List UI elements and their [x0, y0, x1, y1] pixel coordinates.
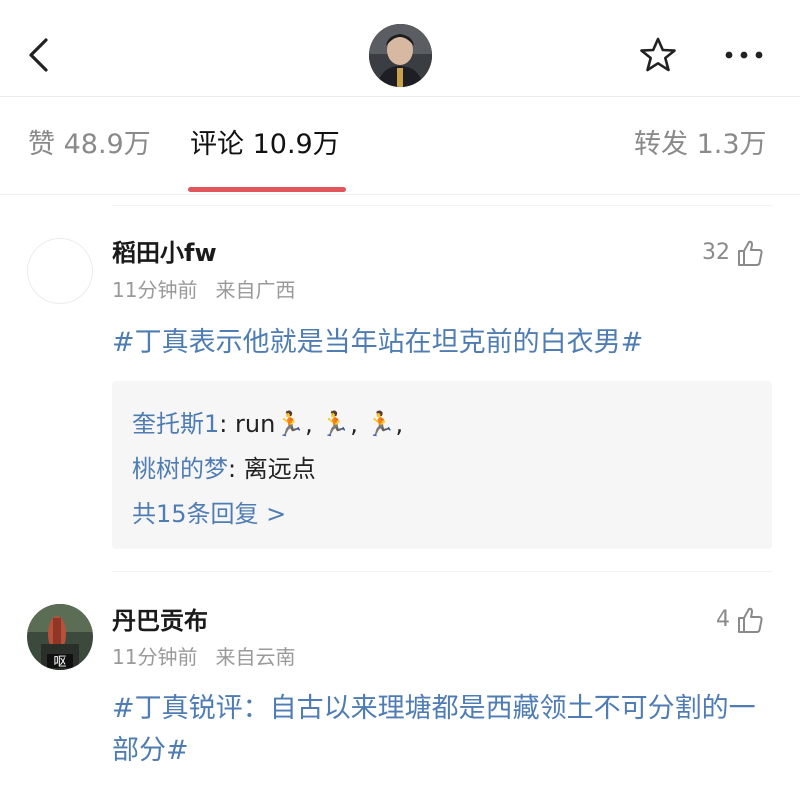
reply-text: : run🏃, 🏃, 🏃, [219, 410, 404, 438]
comment-location: 来自云南 [215, 645, 296, 669]
commenter-name[interactable]: 稻田小fw [112, 236, 217, 270]
divider [112, 571, 772, 572]
comment-text[interactable]: #丁真锐评：自古以来理塘都是西藏领土不可分割的一部分# [112, 688, 772, 772]
star-outline-icon [640, 37, 676, 72]
svg-text:呕: 呕 [53, 655, 66, 670]
divider [112, 205, 772, 206]
comment-meta: 11分钟前 来自广西 [112, 275, 295, 305]
reply-item[interactable]: 桃树的梦: 离远点 [132, 452, 316, 486]
avatar-image-icon: 呕 [27, 604, 93, 670]
top-bar [0, 0, 800, 97]
favorite-button[interactable] [636, 33, 680, 77]
tab-likes[interactable]: 赞 48.9万 [28, 125, 151, 165]
commenter-avatar[interactable]: 呕 [27, 604, 93, 670]
like-button[interactable]: 4 [716, 605, 764, 635]
more-horizontal-icon [725, 51, 763, 59]
comment-location: 来自广西 [215, 278, 296, 302]
commenter-avatar[interactable] [27, 238, 93, 304]
avatar-portrait-icon [369, 24, 432, 87]
thumbs-up-icon [738, 607, 763, 633]
reply-item[interactable]: 奎托斯1: run🏃, 🏃, 🏃, [132, 407, 403, 441]
tab-comments[interactable]: 评论 10.9万 [190, 125, 340, 165]
like-count: 32 [702, 240, 730, 265]
like-count: 4 [716, 607, 730, 632]
tab-bar: 赞 48.9万 评论 10.9万 转发 1.3万 [0, 97, 800, 195]
like-button[interactable]: 32 [702, 238, 764, 268]
comment-time: 11分钟前 [112, 278, 198, 302]
active-tab-indicator [188, 187, 346, 192]
commenter-name[interactable]: 丹巴贡布 [112, 604, 208, 638]
poster-avatar[interactable] [369, 24, 432, 87]
thumbs-up-icon [738, 240, 763, 266]
back-button[interactable] [18, 30, 58, 80]
reply-username[interactable]: 桃树的梦 [132, 455, 228, 483]
reply-username[interactable]: 奎托斯1 [132, 410, 219, 438]
tab-reposts[interactable]: 转发 1.3万 [634, 125, 767, 165]
replies-box[interactable]: 奎托斯1: run🏃, 🏃, 🏃, 桃树的梦: 离远点 共15条回复 > [112, 381, 772, 549]
reply-text: : 离远点 [228, 455, 316, 483]
view-more-replies-link[interactable]: 共15条回复 > [132, 497, 286, 531]
chevron-left-icon [29, 38, 48, 72]
comment-text[interactable]: #丁真表示他就是当年站在坦克前的白衣男# [112, 322, 772, 364]
comment-meta: 11分钟前 来自云南 [112, 642, 295, 672]
comment-time: 11分钟前 [112, 645, 198, 669]
more-button[interactable] [718, 33, 770, 77]
